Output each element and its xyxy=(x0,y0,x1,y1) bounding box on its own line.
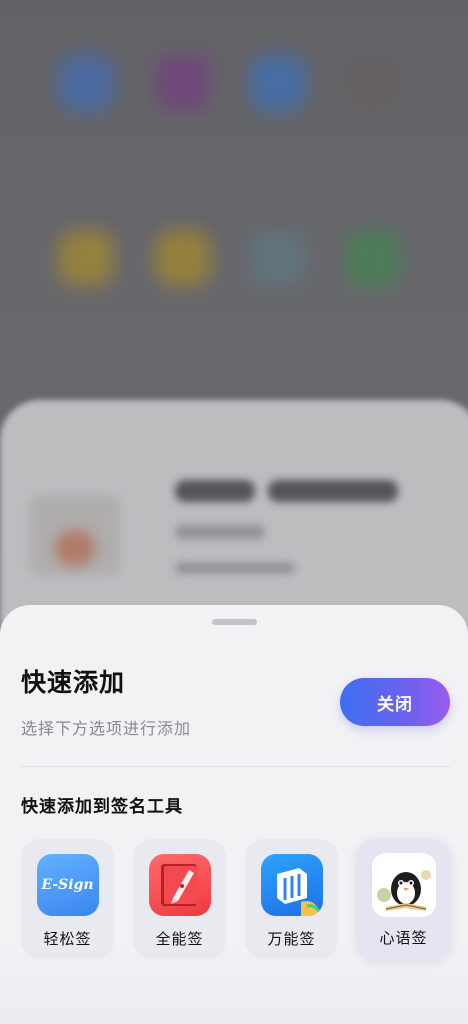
e-sign-icon: E-Sign xyxy=(36,854,99,916)
layers-icon xyxy=(260,854,323,916)
tool-item-qingsongqian[interactable]: E-Sign 轻松签 xyxy=(21,839,114,959)
tool-item-wannengqian[interactable]: 万能签 xyxy=(245,839,338,959)
section-title: 快速添加到签名工具 xyxy=(21,797,183,817)
pen-book-glyph xyxy=(160,864,197,906)
tool-label: 心语签 xyxy=(379,929,428,947)
tool-label: 轻松签 xyxy=(43,930,92,948)
quick-add-sheet: 快速添加 选择下方选项进行添加 关闭 快速添加到签名工具 E-Sign 轻松签 xyxy=(0,605,468,1024)
tool-label: 万能签 xyxy=(267,930,316,948)
tool-item-xinyuqian[interactable]: 心语签 xyxy=(357,839,450,959)
divider xyxy=(21,766,450,767)
e-sign-icon-text: E-Sign xyxy=(41,877,94,893)
penguin-glyph xyxy=(376,870,431,911)
sheet-drag-handle[interactable] xyxy=(212,619,257,625)
tool-item-quannengqian[interactable]: 全能签 xyxy=(133,839,226,959)
close-button[interactable]: 关闭 xyxy=(340,678,450,726)
sheet-subtitle: 选择下方选项进行添加 xyxy=(21,719,192,738)
layers-glyph xyxy=(276,868,323,916)
sheet-title: 快速添加 xyxy=(21,668,126,697)
pen-book-icon xyxy=(148,854,211,916)
tool-label: 全能签 xyxy=(155,930,204,948)
penguin-icon xyxy=(370,852,437,918)
signature-tool-list: E-Sign 轻松签 全能签 万能签 心语签 xyxy=(21,839,450,959)
